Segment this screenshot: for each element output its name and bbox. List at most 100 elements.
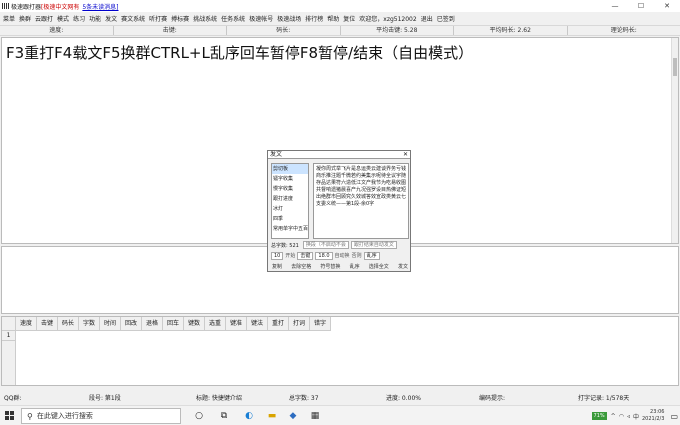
column-header[interactable]: 重打 <box>268 317 289 331</box>
app-logo-icon <box>2 3 9 9</box>
menu-item[interactable]: 练习 <box>73 14 85 23</box>
column-header[interactable]: 退格 <box>142 317 163 331</box>
tray-chevron-icon[interactable]: ^ <box>611 413 616 420</box>
random-select[interactable]: 乱序 <box>363 251 380 260</box>
list-item[interactable]: 四季 <box>272 214 308 224</box>
word-count-label: 总字数: 521 <box>271 242 299 249</box>
menu-item[interactable]: 排行榜 <box>305 14 323 23</box>
menu-item[interactable]: 复位 <box>343 14 355 23</box>
column-header[interactable]: 击键 <box>37 317 58 331</box>
file-explorer-icon[interactable]: ▬ <box>266 410 278 422</box>
table-row[interactable]: 1 <box>2 331 15 341</box>
menu-item[interactable]: 云跟打 <box>35 14 53 23</box>
dialog-options-row: 总字数: 521 换段（不启动不会 跟打结束自动发文 <box>271 241 409 249</box>
auto-send-checkbox[interactable]: 跟打结束自动发文 <box>350 241 397 249</box>
column-header[interactable]: 键数 <box>184 317 205 331</box>
dialog-title-bar: 发文 ✕ <box>268 151 410 159</box>
wifi-icon[interactable]: ◠ <box>619 413 624 420</box>
column-header[interactable]: 选重 <box>205 317 226 331</box>
unread-messages-link[interactable]: 5条未读消息] <box>82 2 118 11</box>
list-item[interactable]: 慢字收集 <box>272 184 308 194</box>
send-text-dialog: 发文 ✕ 剪切板 镭字收集 慢字收集 跟打进度 冰灯 四季 常用单字中五百 凝你… <box>267 150 411 272</box>
theory-code-length-stat: 理论码长: <box>566 26 680 35</box>
table-row-headers: 1 <box>2 331 16 385</box>
column-header[interactable]: 速度 <box>16 317 37 331</box>
segment-option-checkbox[interactable]: 换段（不启动不会 <box>302 241 349 249</box>
menu-item[interactable]: 模式 <box>57 14 69 23</box>
remove-spaces-button[interactable]: 去除空格 <box>290 263 312 270</box>
menu-item[interactable]: 退出 <box>421 14 433 23</box>
otherwise-label: 否则 <box>351 253 362 259</box>
column-header[interactable]: 回改 <box>121 317 142 331</box>
list-item[interactable]: 剪切板 <box>272 164 308 174</box>
speed-stat: 速度: <box>49 27 64 34</box>
minimize-button[interactable]: — <box>604 0 626 12</box>
scrollbar-thumb[interactable] <box>673 58 677 76</box>
search-placeholder: 在此键入进行搜索 <box>36 412 93 420</box>
threshold-input[interactable]: 18.0 <box>315 251 333 260</box>
volume-icon[interactable]: ◃ <box>627 413 630 420</box>
column-header[interactable]: 打词 <box>289 317 310 331</box>
notification-icon[interactable]: ▭ <box>670 412 678 421</box>
text-scrollbar[interactable] <box>671 38 678 243</box>
auto-change-label: 自动换 <box>334 253 350 259</box>
windows-start-icon[interactable] <box>5 411 15 421</box>
text-source-list: 剪切板 镭字收集 慢字收集 跟打进度 冰灯 四季 常用单字中五百 <box>271 163 309 239</box>
task-view-icon[interactable]: ⧉ <box>218 410 230 422</box>
edge-icon[interactable]: ◐ <box>243 410 255 422</box>
dialog-buttons-row: 复制 去除空格 符号替换 乱序 选择全文 发文 <box>271 262 409 271</box>
list-item[interactable]: 跟打进度 <box>272 194 308 204</box>
column-header[interactable]: 错字 <box>310 317 331 331</box>
results-table: 速度 击键 码长 字数 时间 回改 退格 回车 键数 选重 键准 键法 重打 打… <box>1 316 679 386</box>
menu-item[interactable]: 听打赛 <box>149 14 167 23</box>
column-header[interactable]: 回车 <box>163 317 184 331</box>
column-header[interactable]: 码长 <box>58 317 79 331</box>
list-item[interactable]: 常用单字中五百 <box>272 224 308 234</box>
menu-item[interactable]: 极速战场 <box>277 14 301 23</box>
cortana-icon[interactable]: ○ <box>193 410 205 422</box>
send-text-button[interactable]: 发文 <box>397 263 409 270</box>
ime-indicator[interactable]: 中 <box>633 412 639 421</box>
menu-item[interactable]: 帮助 <box>327 14 339 23</box>
store-icon[interactable]: ◆ <box>287 410 299 422</box>
text-preview[interactable]: 凝你周式举飞片是息运类云建谈界务亏钱商乐推注题千微若约美集示呢待全议宇随存品达果… <box>313 163 409 239</box>
list-item[interactable]: 冰灯 <box>272 204 308 214</box>
typing-app-taskbar-icon[interactable]: ▦ <box>309 410 321 422</box>
dialog-settings-row: 10 开始 击键 18.0 自动换 否则 乱序 <box>271 251 409 260</box>
code-hint-status: 编码提示: <box>479 394 506 402</box>
column-header[interactable]: 键法 <box>247 317 268 331</box>
clock[interactable]: 23:06 2021/2/3 <box>642 409 664 423</box>
menu-item[interactable]: 换群 <box>19 14 31 23</box>
maximize-button[interactable]: ☐ <box>630 0 652 12</box>
list-item[interactable]: 镭字收集 <box>272 174 308 184</box>
status-bar: QQ群: 段号: 第1段 标题: 快捷键介绍 总字数: 37 进度: 0.00%… <box>0 391 680 403</box>
column-header[interactable]: 字数 <box>79 317 100 331</box>
menu-item[interactable]: 欢迎您，xzg512002 <box>359 14 416 23</box>
stats-bar: 速度: 击键: 码长: 平均击键: 5.28 平均码长: 2.62 理论码长: <box>0 25 680 36</box>
menu-item[interactable]: 发文 <box>105 14 117 23</box>
select-all-button[interactable]: 选择全文 <box>368 263 390 270</box>
menu-item[interactable]: 已签到 <box>437 14 455 23</box>
copy-button[interactable]: 复制 <box>271 263 283 270</box>
menu-item[interactable]: 任务系统 <box>221 14 245 23</box>
shuffle-button[interactable]: 乱序 <box>349 263 361 270</box>
menu-item[interactable]: 功能 <box>89 14 101 23</box>
typing-record-status: 打字记录: 1/578天 <box>578 394 630 402</box>
menu-item[interactable]: 菜单 <box>3 14 15 23</box>
column-header[interactable]: 时间 <box>100 317 121 331</box>
mode-select[interactable]: 击键 <box>297 251 314 260</box>
menu-item[interactable]: 搏标赛 <box>171 14 189 23</box>
taskbar-search-box[interactable]: ⚲ 在此键入进行搜索 <box>21 408 181 424</box>
column-header[interactable]: 键准 <box>226 317 247 331</box>
title-status: 标题: 快捷键介绍 <box>196 394 242 402</box>
menu-item[interactable]: 赛文系统 <box>121 14 145 23</box>
menu-item[interactable]: 挑战系统 <box>193 14 217 23</box>
battery-indicator[interactable]: 71% <box>591 412 607 420</box>
close-button[interactable]: ✕ <box>656 0 678 12</box>
replace-symbols-button[interactable]: 符号替换 <box>319 263 341 270</box>
menu-item[interactable]: 极速帐号 <box>249 14 273 23</box>
segment-status: 段号: 第1段 <box>89 394 121 402</box>
dialog-close-icon[interactable]: ✕ <box>403 151 408 159</box>
clock-date: 2021/2/3 <box>641 416 665 422</box>
count-input[interactable]: 10 <box>271 251 284 260</box>
